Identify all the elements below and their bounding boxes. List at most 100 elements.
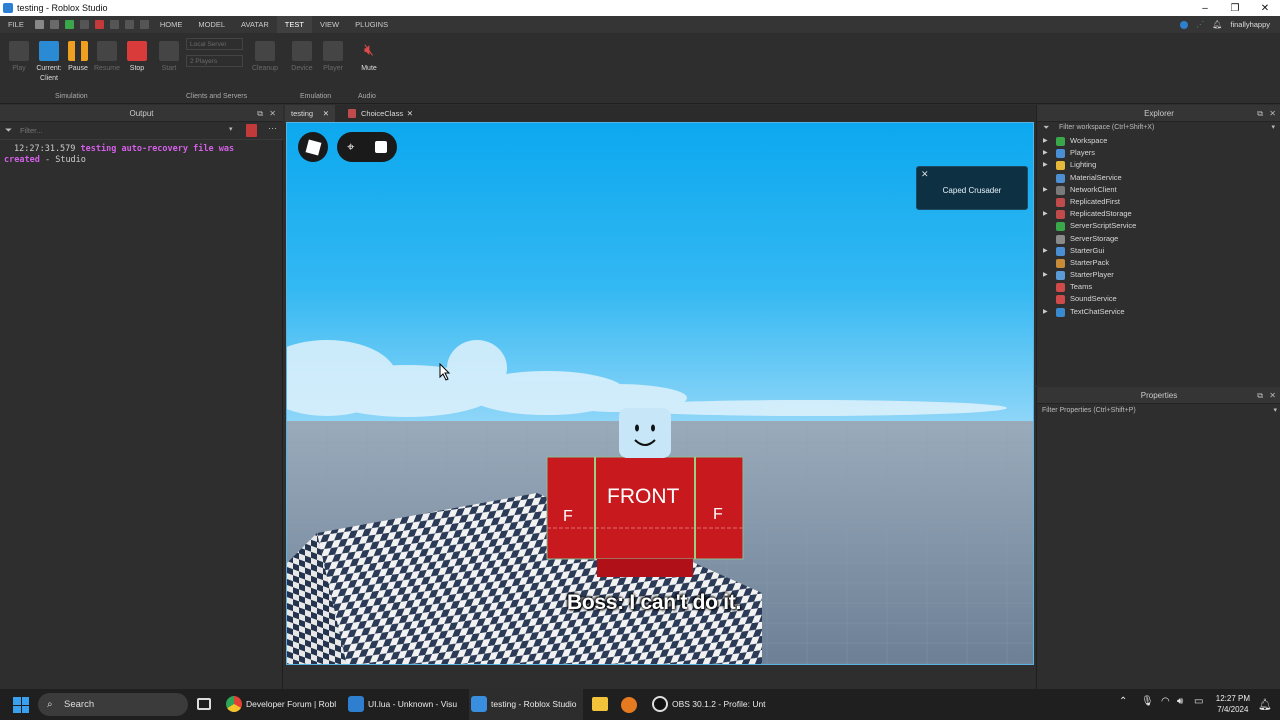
bell-icon[interactable]: 🔔︎ xyxy=(1212,20,1222,29)
expand-arrow-icon[interactable]: ▶ xyxy=(1043,135,1048,147)
play-button[interactable]: Play xyxy=(4,39,34,72)
undock-icon[interactable]: ⧉ xyxy=(1257,105,1263,122)
explorer-item-teams[interactable]: Teams xyxy=(1037,281,1280,293)
save-icon[interactable] xyxy=(49,20,59,29)
taskbar-clock[interactable]: 12:27 PM 7/4/2024 xyxy=(1216,693,1250,715)
maximize-button[interactable]: ❐ xyxy=(1220,3,1250,14)
file-explorer-icon[interactable] xyxy=(592,697,608,711)
notifications-icon[interactable]: 🔔︎ xyxy=(1258,698,1272,711)
close-notification-icon[interactable]: ✕ xyxy=(921,167,929,181)
volume-icon[interactable]: 🔊︎ xyxy=(1177,696,1183,707)
customize-icon[interactable] xyxy=(139,20,149,29)
device-button[interactable]: Device xyxy=(287,39,317,72)
more-options-icon[interactable]: ⋯ xyxy=(268,123,277,134)
explorer-item-networkclient[interactable]: ▶ NetworkClient xyxy=(1037,184,1280,196)
username[interactable]: finallyhappy xyxy=(1230,20,1270,29)
tab-choiceclass[interactable]: ChoiceClass ✕ xyxy=(343,105,415,122)
menu-plugins[interactable]: PLUGINS xyxy=(347,16,396,33)
explorer-item-replicatedstorage[interactable]: ▶ ReplicatedStorage xyxy=(1037,208,1280,220)
roblox-menu-button[interactable] xyxy=(298,132,328,162)
game-viewport[interactable]: FRONT F F ⌖ ✕ Caped Crusader Boss: I can… xyxy=(286,122,1034,665)
expand-arrow-icon[interactable]: ▶ xyxy=(1043,269,1048,281)
menu-bar: FILE HOME MODEL AVATAR TEST VIEW PLUGINS… xyxy=(0,16,1280,33)
explorer-item-starterplayer[interactable]: ▶ StarterPlayer xyxy=(1037,269,1280,281)
battery-icon[interactable]: ▭ xyxy=(1194,696,1203,707)
menu-model[interactable]: MODEL xyxy=(190,16,233,33)
share-icon[interactable]: ⋰ xyxy=(1196,20,1204,29)
explorer-item-starterpack[interactable]: StarterPack xyxy=(1037,257,1280,269)
microphone-icon[interactable]: 🎙︎ xyxy=(1141,696,1154,707)
menu-avatar[interactable]: AVATAR xyxy=(233,16,277,33)
explorer-item-startergui[interactable]: ▶ StarterGui xyxy=(1037,245,1280,257)
taskbar-app-chrome[interactable]: Developer Forum | Robl xyxy=(224,689,338,720)
selfview-icon[interactable]: ⌖ xyxy=(347,139,354,155)
taskbar-app-vscode[interactable]: UI.lua - Unknown - Visu xyxy=(346,689,460,720)
explorer-item-materialservice[interactable]: MaterialService xyxy=(1037,172,1280,184)
taskbar-app-roblox-studio[interactable]: testing - Roblox Studio xyxy=(469,689,583,720)
play-icon xyxy=(9,41,29,61)
menu-test[interactable]: TEST xyxy=(276,16,312,33)
monitor-icon xyxy=(39,41,59,61)
close-tab-icon[interactable]: ✕ xyxy=(407,105,413,122)
undo-icon[interactable] xyxy=(124,20,134,29)
redo-icon[interactable] xyxy=(109,20,119,29)
current-client-button[interactable]: Current: Client xyxy=(33,39,65,82)
explorer-item-serverscriptservice[interactable]: ServerScriptService xyxy=(1037,220,1280,232)
explorer-item-players[interactable]: ▶ Players xyxy=(1037,147,1280,159)
publish-icon[interactable] xyxy=(79,20,89,29)
expand-arrow-icon[interactable]: ▶ xyxy=(1043,208,1048,220)
stop-button[interactable]: Stop xyxy=(122,39,152,72)
explorer-item-serverstorage[interactable]: ServerStorage xyxy=(1037,233,1280,245)
close-output-icon[interactable]: ✕ xyxy=(269,105,276,122)
explorer-item-workspace[interactable]: ▶ Workspace xyxy=(1037,135,1280,147)
minimize-button[interactable]: – xyxy=(1190,3,1220,14)
undock-icon[interactable]: ⧉ xyxy=(1257,387,1263,404)
windows-start-icon[interactable] xyxy=(13,697,29,713)
output-filter-input[interactable] xyxy=(20,124,235,137)
task-view-icon[interactable] xyxy=(197,698,211,710)
close-explorer-icon[interactable]: ✕ xyxy=(1269,105,1276,122)
stop-quick-icon[interactable] xyxy=(94,20,104,29)
server-select[interactable]: Local Server xyxy=(186,38,243,50)
chat-icon[interactable] xyxy=(374,141,387,153)
expand-arrow-icon[interactable]: ▶ xyxy=(1043,306,1048,318)
explorer-item-label: MaterialService xyxy=(1070,172,1122,182)
expand-arrow-icon[interactable]: ▶ xyxy=(1043,184,1048,196)
plugin-icon[interactable] xyxy=(64,20,74,29)
filter-dropdown-icon[interactable]: ▾ xyxy=(1271,122,1275,134)
filter-dropdown-icon[interactable]: ▾ xyxy=(1273,405,1277,417)
close-tab-icon[interactable]: ✕ xyxy=(323,105,329,122)
explorer-item-soundservice[interactable]: SoundService xyxy=(1037,293,1280,305)
explorer-item-textchatservice[interactable]: ▶ TextChatService xyxy=(1037,306,1280,318)
menu-view[interactable]: VIEW xyxy=(312,16,347,33)
new-file-icon[interactable] xyxy=(34,20,44,29)
players-select[interactable]: 2 Players xyxy=(186,55,243,67)
tab-testing[interactable]: testing ✕ xyxy=(285,105,335,122)
expand-arrow-icon[interactable]: ▶ xyxy=(1043,159,1048,171)
expand-arrow-icon[interactable]: ▶ xyxy=(1043,147,1048,159)
explorer-filter[interactable]: ⏷ Filter workspace (Ctrl+Shift+X) ▾ xyxy=(1037,122,1280,134)
filter-dropdown-icon[interactable]: ▾ xyxy=(229,125,233,133)
help-icon[interactable] xyxy=(1180,20,1189,29)
pause-button[interactable]: Pause xyxy=(63,39,93,72)
taskbar-search[interactable]: ⌕ Search xyxy=(38,693,188,716)
explorer-item-replicatedfirst[interactable]: ReplicatedFirst xyxy=(1037,196,1280,208)
menu-home[interactable]: HOME xyxy=(152,16,191,33)
properties-filter[interactable]: Filter Properties (Ctrl+Shift+P) ▾ xyxy=(1042,405,1277,417)
close-properties-icon[interactable]: ✕ xyxy=(1269,387,1276,404)
tray-chevron-icon[interactable]: ⌃ xyxy=(1119,696,1127,707)
close-window-button[interactable]: ✕ xyxy=(1250,3,1280,14)
menu-file[interactable]: FILE xyxy=(0,16,32,33)
explorer-item-lighting[interactable]: ▶ Lighting xyxy=(1037,159,1280,171)
blender-icon[interactable] xyxy=(621,697,637,713)
cleanup-button[interactable]: Cleanup xyxy=(250,39,280,72)
mute-button[interactable]: 🔇︎ Mute xyxy=(354,39,384,72)
taskbar-app-obs[interactable]: OBS 30.1.2 - Profile: Unt xyxy=(650,689,770,720)
undock-icon[interactable]: ⧉ xyxy=(257,105,263,122)
resume-button[interactable]: Resume xyxy=(92,39,122,72)
wifi-icon[interactable]: ◠ xyxy=(1161,696,1170,707)
player-button[interactable]: Player xyxy=(318,39,348,72)
clear-output-icon[interactable] xyxy=(246,124,257,137)
expand-arrow-icon[interactable]: ▶ xyxy=(1043,245,1048,257)
start-button[interactable]: Start xyxy=(154,39,184,72)
